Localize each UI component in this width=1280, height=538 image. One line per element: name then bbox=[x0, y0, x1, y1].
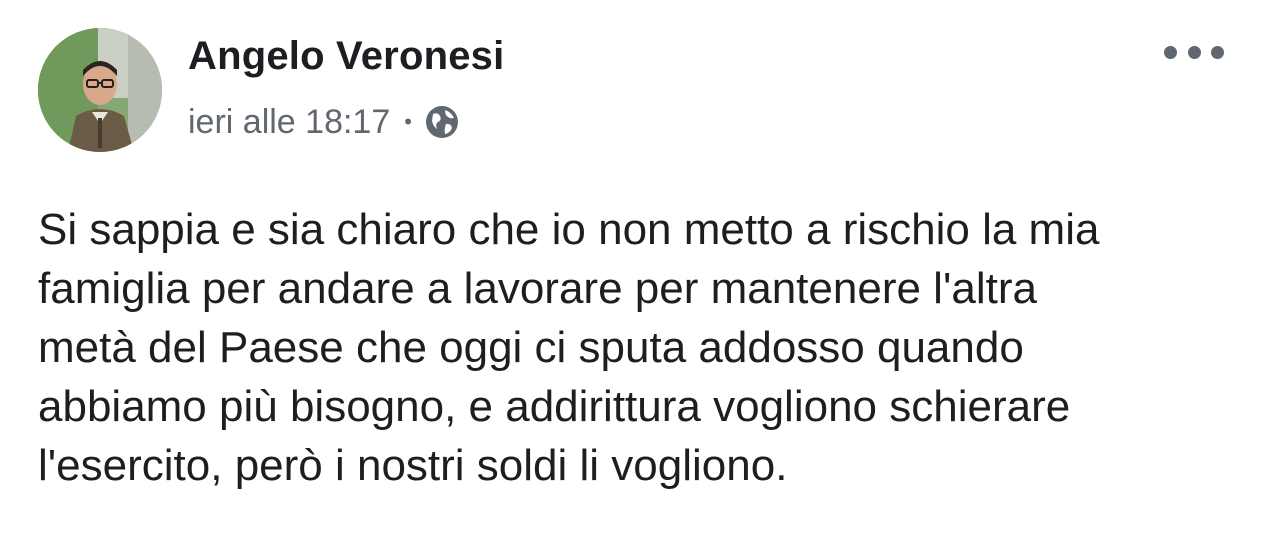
post-text-line: abbiamo più bisogno, e addirittura vogli… bbox=[38, 382, 1071, 431]
more-options-icon[interactable] bbox=[1164, 36, 1224, 68]
more-dot bbox=[1164, 45, 1177, 59]
post-timestamp[interactable]: ieri alle 18:17 bbox=[188, 103, 390, 142]
author-avatar[interactable] bbox=[38, 28, 162, 152]
more-dot bbox=[1211, 45, 1224, 59]
post-text-line: metà del Paese che oggi ci sputa addosso… bbox=[38, 323, 1024, 372]
post-meta: ieri alle 18:17 • bbox=[188, 100, 460, 144]
post-text-line: l'esercito, però i nostri soldi li vogli… bbox=[38, 441, 788, 490]
avatar-image bbox=[38, 28, 162, 152]
facebook-post: Angelo Veronesi ieri alle 18:17 • Si sap… bbox=[0, 0, 1280, 538]
more-dot bbox=[1187, 45, 1201, 59]
globe-icon[interactable] bbox=[424, 104, 460, 140]
post-text-line: Si sappia e sia chiaro che io non metto … bbox=[38, 205, 1100, 254]
post-text-line: famiglia per andare a lavorare per mante… bbox=[38, 264, 1037, 313]
meta-separator: • bbox=[404, 109, 412, 134]
author-name[interactable]: Angelo Veronesi bbox=[188, 34, 504, 79]
post-body: Si sappia e sia chiaro che io non metto … bbox=[38, 200, 1258, 495]
